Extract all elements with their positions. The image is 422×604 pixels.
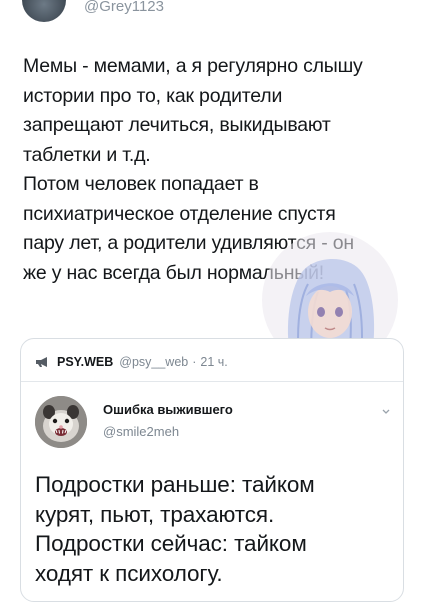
quoted-account-handle[interactable]: @psy__web [119, 355, 188, 369]
bullhorn-icon [35, 356, 51, 368]
quoted-timestamp[interactable]: 21 ч. [200, 355, 227, 369]
quoted-account-name[interactable]: PSY.WEB [57, 355, 113, 369]
screenshot-page: @Grey1123 Мемы - мемами, а я регулярно с… [0, 0, 422, 604]
inner-tweet[interactable]: Ошибка выжившего @smile2meh Подростки ра… [21, 381, 403, 601]
inner-avatar[interactable] [35, 396, 87, 448]
quoted-header: PSY.WEB @psy__web · 21 ч. [35, 355, 228, 369]
separator-dot: · [192, 355, 197, 369]
chevron-down-icon[interactable] [381, 404, 391, 414]
opossum-avatar-image [35, 396, 87, 448]
author-avatar[interactable] [22, 0, 66, 22]
inner-account-handle[interactable]: @smile2meh [103, 424, 179, 439]
author-handle[interactable]: @Grey1123 [84, 0, 164, 14]
quoted-tweet-card[interactable]: PSY.WEB @psy__web · 21 ч. Ошибка выживше… [20, 338, 404, 602]
inner-tweet-text: Подростки раньше: тайком курят, пьют, тр… [35, 472, 315, 586]
inner-account-name[interactable]: Ошибка выжившего [103, 402, 233, 417]
